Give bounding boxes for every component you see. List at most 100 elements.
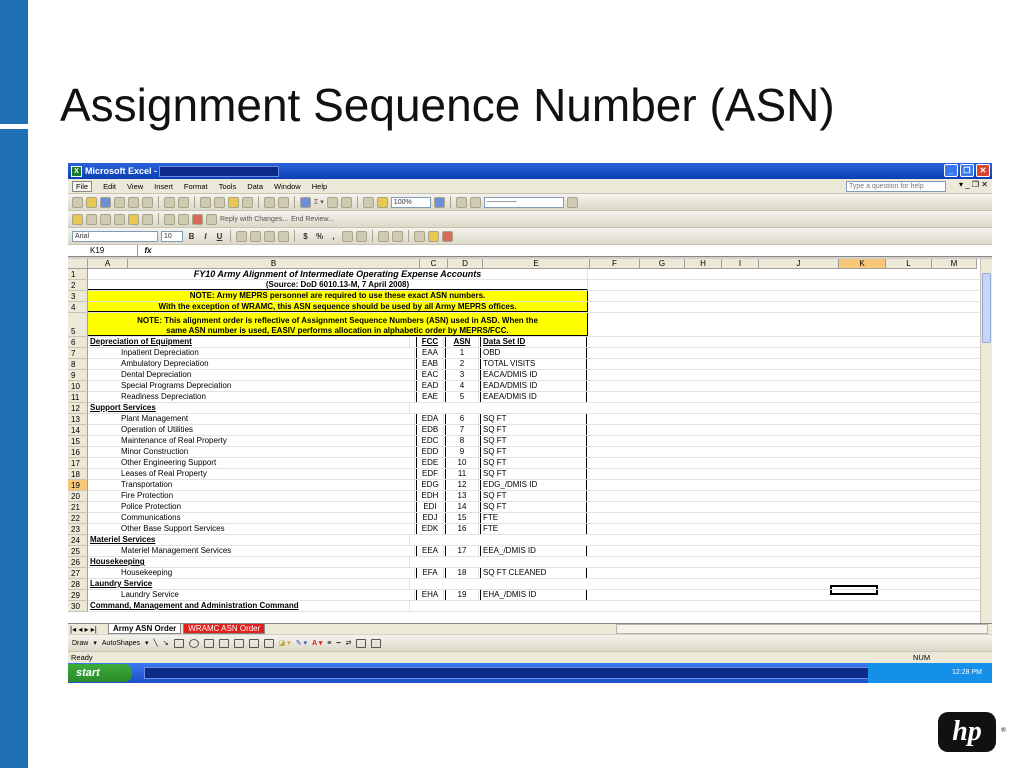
data-set-id-cell[interactable]: SQ FT xyxy=(480,414,587,424)
font-color-icon[interactable] xyxy=(442,230,453,242)
fcc-cell[interactable]: EDC xyxy=(416,436,444,446)
row-header[interactable]: 25 xyxy=(68,546,88,557)
expense-description-cell[interactable]: Minor Construction xyxy=(121,447,415,457)
expense-description-cell[interactable]: Inpatient Depreciation xyxy=(121,348,415,358)
data-set-id-cell[interactable]: SQ FT xyxy=(480,458,587,468)
row-header[interactable]: 2 xyxy=(68,280,88,291)
chart-wizard-icon[interactable] xyxy=(362,196,374,208)
note1-line1-cell[interactable]: NOTE: Army MEPRS personnel are required … xyxy=(88,291,588,301)
fcc-cell[interactable]: EDJ xyxy=(416,513,444,523)
taskbar-excel-item[interactable] xyxy=(144,667,914,679)
section-heading[interactable]: Command, Management and Administration C… xyxy=(90,601,410,611)
expense-description-cell[interactable]: Readiness Depreciation xyxy=(121,392,415,402)
cut-icon[interactable] xyxy=(200,196,211,208)
help-search-input[interactable]: Type a question for help xyxy=(846,181,946,192)
row-header[interactable]: 21 xyxy=(68,502,88,513)
data-set-id-cell[interactable]: SQ FT xyxy=(480,425,587,435)
column-header-m[interactable]: M xyxy=(932,259,977,269)
asn-cell[interactable]: 15 xyxy=(445,513,479,523)
copy-icon[interactable] xyxy=(214,196,225,208)
row-header[interactable]: 7 xyxy=(68,348,88,359)
print-preview-icon[interactable] xyxy=(142,196,153,208)
picture-icon[interactable] xyxy=(263,638,274,648)
redo-icon[interactable] xyxy=(278,196,289,208)
asn-cell[interactable]: 18 xyxy=(445,568,479,578)
fcc-cell[interactable]: EDA xyxy=(416,414,444,424)
fcc-cell[interactable]: EFA xyxy=(416,568,444,578)
paste-icon[interactable] xyxy=(228,196,239,208)
note1-line2-cell[interactable]: With the exception of WRAMC, this ASN se… xyxy=(88,302,588,312)
column-header-a[interactable]: A xyxy=(88,259,128,269)
review-icon-10[interactable] xyxy=(206,213,217,225)
fill-color-draw-icon[interactable]: ◪ ▾ xyxy=(279,639,291,647)
asn-cell[interactable]: 10 xyxy=(445,458,479,468)
asn-cell[interactable]: 14 xyxy=(445,502,479,512)
shadow-icon[interactable] xyxy=(356,638,367,648)
fcc-cell[interactable]: EDF xyxy=(416,469,444,479)
row-header[interactable]: 8 xyxy=(68,359,88,370)
menu-window[interactable]: Window xyxy=(274,182,301,191)
fcc-cell[interactable]: EDH xyxy=(416,491,444,501)
drawing-icon[interactable] xyxy=(376,196,388,208)
review-icon-3[interactable] xyxy=(100,213,111,225)
fcc-cell[interactable]: EDK xyxy=(416,524,444,534)
expense-description-cell[interactable]: Ambulatory Depreciation xyxy=(121,359,415,369)
font-size-select[interactable]: 10 xyxy=(161,230,183,242)
fcc-cell[interactable]: EAA xyxy=(416,348,444,358)
data-set-id-cell[interactable]: SQ FT xyxy=(480,436,587,446)
data-set-id-cell[interactable]: EADA/DMIS ID xyxy=(480,381,587,391)
asn-cell[interactable]: 9 xyxy=(445,447,479,457)
review-icon-2[interactable] xyxy=(86,213,97,225)
fcc-cell[interactable]: EDE xyxy=(416,458,444,468)
decrease-decimal-icon[interactable] xyxy=(356,230,367,242)
menu-format[interactable]: Format xyxy=(184,182,208,191)
3d-icon[interactable] xyxy=(371,638,382,648)
help-icon[interactable] xyxy=(433,196,445,208)
expense-description-cell[interactable]: Fire Protection xyxy=(121,491,415,501)
fcc-cell[interactable]: EDI xyxy=(416,502,444,512)
asn-cell[interactable]: 11 xyxy=(445,469,479,479)
open-icon[interactable] xyxy=(86,196,97,208)
section-heading[interactable]: Materiel Services xyxy=(90,535,410,545)
row-header[interactable]: 24 xyxy=(68,535,88,546)
zoom-select[interactable]: 100% xyxy=(390,196,431,208)
row-header[interactable]: 3 xyxy=(68,291,88,302)
data-set-id-header[interactable]: Data Set ID xyxy=(480,337,587,347)
end-review-button[interactable]: End Review... xyxy=(291,216,334,223)
reply-with-changes-button[interactable]: Reply with Changes... xyxy=(220,216,288,223)
fcc-cell[interactable]: EAB xyxy=(416,359,444,369)
expense-description-cell[interactable]: Leases of Real Property xyxy=(121,469,415,479)
section-heading[interactable]: Laundry Service xyxy=(90,579,410,589)
align-left-icon[interactable] xyxy=(236,230,247,242)
tab-scroll-arrows[interactable]: |◂ ◂ ▸ ▸| xyxy=(68,625,108,634)
expense-description-cell[interactable]: Other Base Support Services xyxy=(121,524,415,534)
data-set-id-cell[interactable]: OBD xyxy=(480,348,587,358)
row-header[interactable]: 5 xyxy=(68,313,88,337)
column-header-d[interactable]: D xyxy=(448,259,483,269)
expense-description-cell[interactable]: Housekeeping xyxy=(121,568,415,578)
asn-cell[interactable]: 16 xyxy=(445,524,479,534)
borders-icon[interactable] xyxy=(414,230,425,242)
sheet-source-cell[interactable]: (Source: DoD 6010.13-M, 7 April 2008) xyxy=(88,280,588,290)
data-set-id-cell[interactable]: EAEA/DMIS ID xyxy=(480,392,587,402)
italic-button[interactable]: I xyxy=(200,232,211,241)
clipart-icon[interactable] xyxy=(248,638,259,648)
data-set-id-cell[interactable]: SQ FT xyxy=(480,447,587,457)
worksheet-grid[interactable]: A B C D E F G H I J K L M 1 FY10 Army Alignment of Int… xyxy=(68,259,980,623)
asn-cell[interactable]: 5 xyxy=(445,392,479,402)
row-header[interactable]: 11 xyxy=(68,392,88,403)
row-header[interactable]: 9 xyxy=(68,370,88,381)
underline-button[interactable]: U xyxy=(214,232,225,241)
research-icon[interactable] xyxy=(178,196,189,208)
expense-description-cell[interactable]: Laundry Service xyxy=(121,590,415,600)
review-icon-7[interactable] xyxy=(164,213,175,225)
section-heading[interactable]: Support Services xyxy=(90,403,410,413)
spelling-icon[interactable] xyxy=(164,196,175,208)
horizontal-scrollbar[interactable] xyxy=(616,624,988,634)
row-header[interactable]: 19 xyxy=(68,480,88,491)
print-icon[interactable] xyxy=(128,196,139,208)
data-set-id-cell[interactable]: EDG_/DMIS ID xyxy=(480,480,587,490)
row-header[interactable]: 16 xyxy=(68,447,88,458)
row-header[interactable]: 1 xyxy=(68,269,88,280)
expense-description-cell[interactable]: Special Programs Depreciation xyxy=(121,381,415,391)
